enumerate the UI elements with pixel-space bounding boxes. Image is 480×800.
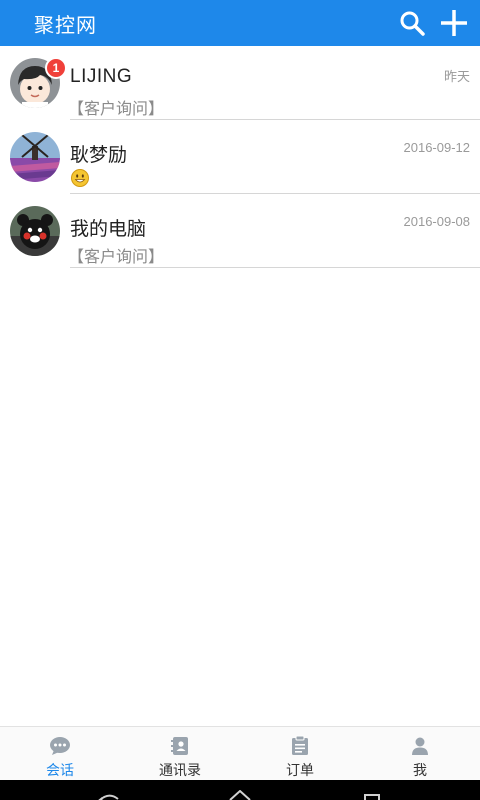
app-title: 聚控网 [34,12,97,37]
back-icon[interactable] [96,793,120,800]
bottom-tab-bar: 会话 通讯录 订单 我 [0,726,480,780]
system-nav-bar [0,780,480,800]
recent-apps-icon[interactable] [362,794,382,800]
tab-orders[interactable]: 订单 [240,727,360,780]
tab-contacts[interactable]: 通讯录 [120,727,240,780]
conversation-item-my-computer[interactable]: 我的电脑 2016-09-08 【客户询问】 [0,194,480,268]
tab-conversations[interactable]: 会话 [0,727,120,780]
conversation-name: LIJING [70,66,133,87]
person-icon [412,737,428,755]
tab-label: 会话 [46,763,74,779]
contacts-book-icon [171,736,188,755]
conversation-time: 昨天 [443,69,470,84]
conversation-name: 耿梦励 [70,144,128,166]
kumamon-bear-avatar [10,206,60,256]
conversation-name: 我的电脑 [70,218,147,240]
tab-label: 订单 [286,763,314,779]
conversation-list: 1 LIJING 昨天 【客户询问】 耿梦励 2016-09-12 我的电脑 2… [0,46,480,268]
clipboard-icon [292,735,308,755]
conversation-time: 2016-09-08 [403,214,471,229]
top-app-bar: 聚控网 [0,0,480,46]
conversation-item-lijing[interactable]: 1 LIJING 昨天 【客户询问】 [0,46,480,120]
chat-bubble-icon [50,736,70,755]
list-divider [70,267,480,268]
home-icon[interactable] [228,790,252,800]
tab-label: 我 [413,763,427,779]
tab-label: 通讯录 [159,763,201,779]
plus-icon [441,10,467,36]
conversation-preview: 【客户询问】 [68,247,165,266]
smiley-emoji-icon [71,169,89,187]
conversation-item-gengmengli[interactable]: 耿梦励 2016-09-12 [0,120,480,194]
unread-badge: 1 [45,57,67,79]
app-screen: 聚控网 1 LIJING 昨天 【客户询问】 耿梦励 2016-09-12 我的… [0,0,480,800]
search-button[interactable] [392,3,432,43]
add-button[interactable] [434,3,474,43]
windmill-tulip-field-avatar [10,132,60,182]
search-icon [400,11,425,36]
tab-me[interactable]: 我 [360,727,480,780]
conversation-preview: 【客户询问】 [68,99,165,118]
conversation-time: 2016-09-12 [403,140,471,155]
